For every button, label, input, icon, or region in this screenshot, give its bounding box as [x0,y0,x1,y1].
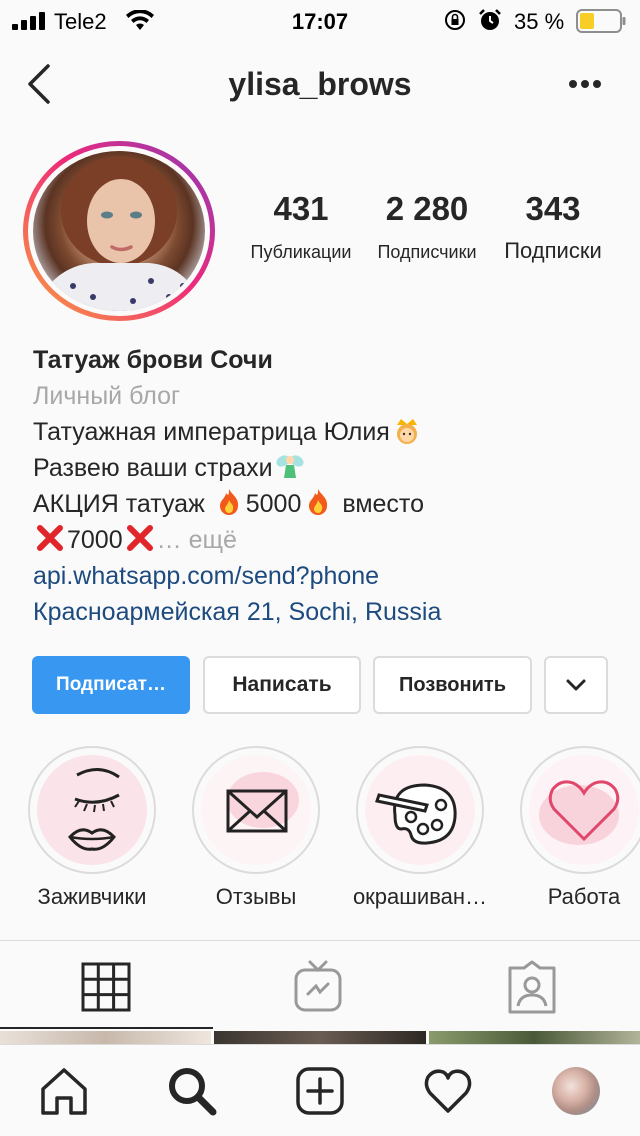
bio-line: Развею ваши страхи [33,450,623,486]
followers-count: 2 280 [385,190,469,227]
bottom-navigation [0,1044,640,1136]
profile-avatar[interactable] [552,1067,600,1115]
envelope-icon [201,755,311,865]
bio-line: Татуажная императрица Юлия [33,414,623,450]
highlight-okrashivanie[interactable]: окрашиван… [338,746,502,916]
bio-more-link[interactable]: … ещё [157,526,237,554]
posts-count: 431 [273,190,329,227]
eyelash-lips-icon [37,755,147,865]
more-dots-icon[interactable] [560,68,610,100]
battery-icon [576,9,626,33]
highlight-label: окрашиван… [352,884,488,909]
bio-website-link[interactable]: api.whatsapp.com/send?phone [33,558,623,594]
message-button[interactable]: Написать [203,656,361,714]
highlight-otzyvy[interactable]: Отзывы [174,746,338,916]
profile-avatar-large[interactable] [23,141,215,321]
grid-icon[interactable] [76,958,136,1016]
fairy-emoji-icon [276,455,304,478]
profile-header: ylisa_brows [0,44,640,124]
cross-mark-icon [126,525,153,551]
followers-label: Подписчики [377,242,477,262]
fire-emoji-icon [219,489,238,515]
tabs-divider [0,940,640,941]
bio-address-link[interactable]: Красноармейская 21, Sochi, Russia [33,594,623,630]
highlight-label: Заживчики [37,884,147,909]
profile-category: Личный блог [33,382,181,410]
orientation-lock-icon [445,10,465,30]
following-label: Подписки [504,238,602,263]
tagged-person-icon[interactable] [502,958,562,1016]
stat-following[interactable]: 343 Подписки [492,190,614,264]
stat-posts[interactable]: 431 Публикации [240,190,362,263]
fire-emoji-icon [309,489,328,515]
igtv-icon[interactable] [288,958,348,1016]
highlight-rabota[interactable]: Работа [502,746,640,916]
suggestions-dropdown-button[interactable] [544,656,608,714]
post-grid-preview [0,1031,640,1045]
call-button[interactable]: Позвонить [373,656,532,714]
heart-icon [529,755,639,865]
avatar-photo [33,151,205,311]
highlight-label: Отзывы [215,884,297,909]
highlight-label: Работа [547,884,621,909]
princess-emoji-icon [396,419,417,444]
battery-percent: 35 % [514,9,565,34]
highlight-zazhivchiki[interactable]: Заживчики [10,746,174,916]
active-tab-indicator [0,1027,213,1029]
palette-icon [365,755,475,865]
stat-followers[interactable]: 2 280 Подписчики [366,190,488,263]
profile-bio: Татуаж брови Сочи Личный блог Татуажная … [33,342,623,630]
status-bar: Tele2 17:07 35 % [0,0,640,40]
following-count: 343 [525,190,581,227]
add-post-icon[interactable] [294,1065,346,1117]
chevron-down-icon [566,679,586,691]
follow-button[interactable]: Подписат… [32,656,190,714]
profile-name: Татуаж брови Сочи [33,346,273,374]
bio-line: 7000… ещё [33,522,623,558]
home-icon[interactable] [38,1065,90,1117]
alarm-icon [479,9,501,30]
activity-heart-icon[interactable] [422,1065,474,1117]
search-icon[interactable] [166,1065,218,1117]
cross-mark-icon [37,525,63,551]
posts-label: Публикации [250,242,352,262]
bio-line: АКЦИЯ татуаж 5000 вместо [33,486,623,522]
username-title: ylisa_brows [228,66,412,102]
